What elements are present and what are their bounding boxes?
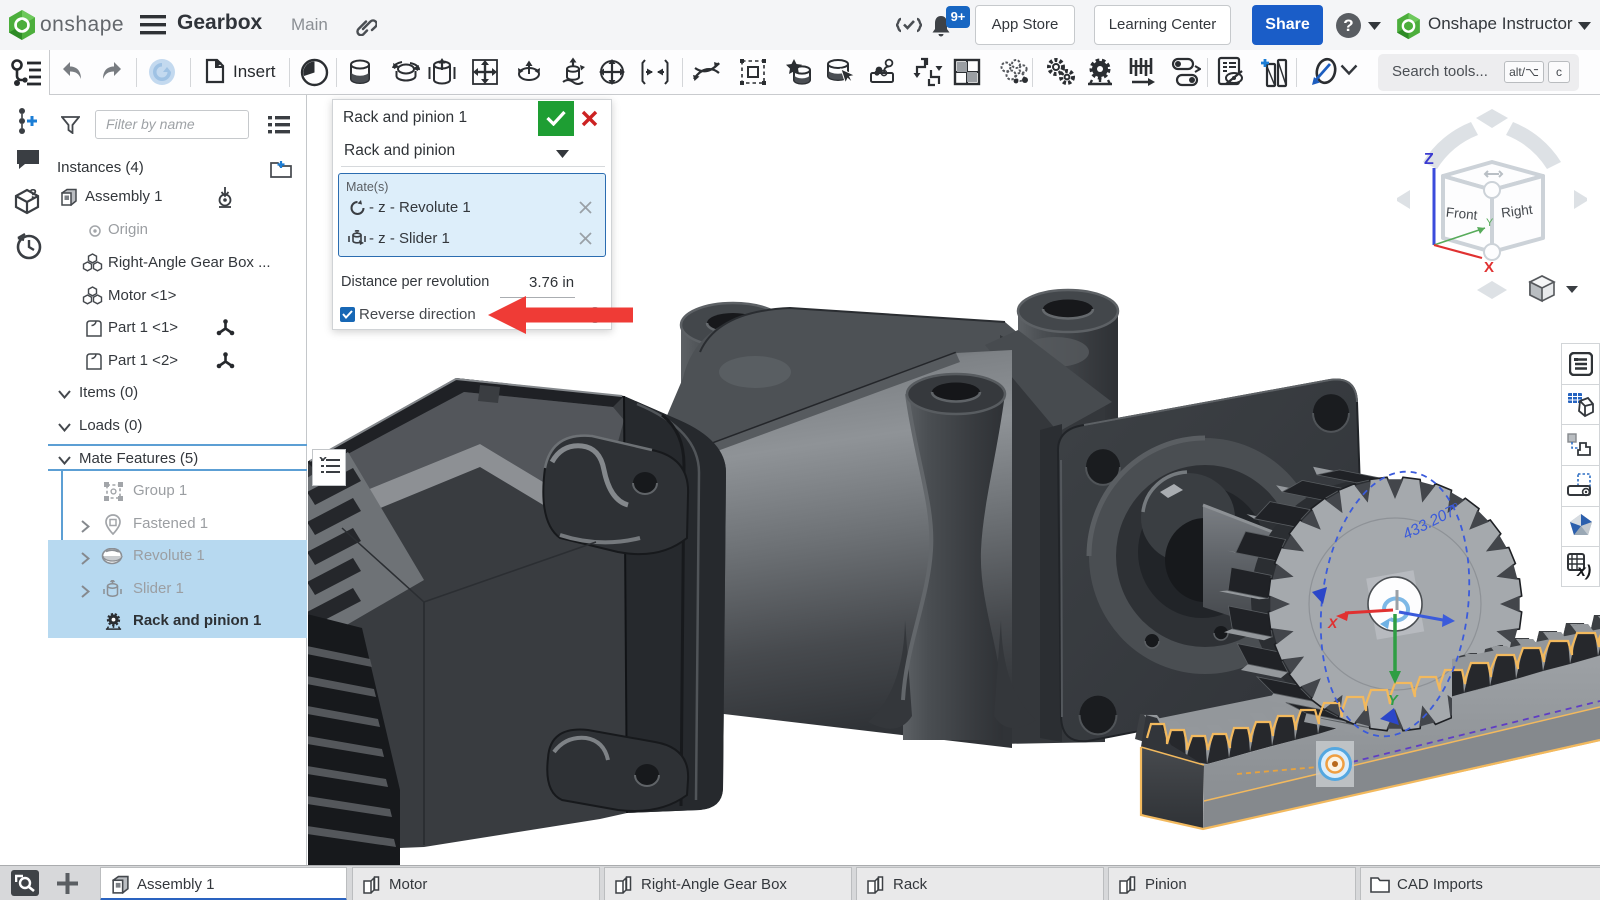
- svg-text:x): x): [1576, 563, 1591, 580]
- svg-text:X: X: [1327, 615, 1339, 631]
- svg-text:?: ?: [29, 186, 37, 201]
- svg-text:Z: Z: [1424, 151, 1434, 168]
- svg-text:X: X: [1484, 259, 1494, 276]
- svg-text:Y: Y: [1388, 693, 1399, 709]
- svg-text:Y: Y: [1486, 217, 1494, 229]
